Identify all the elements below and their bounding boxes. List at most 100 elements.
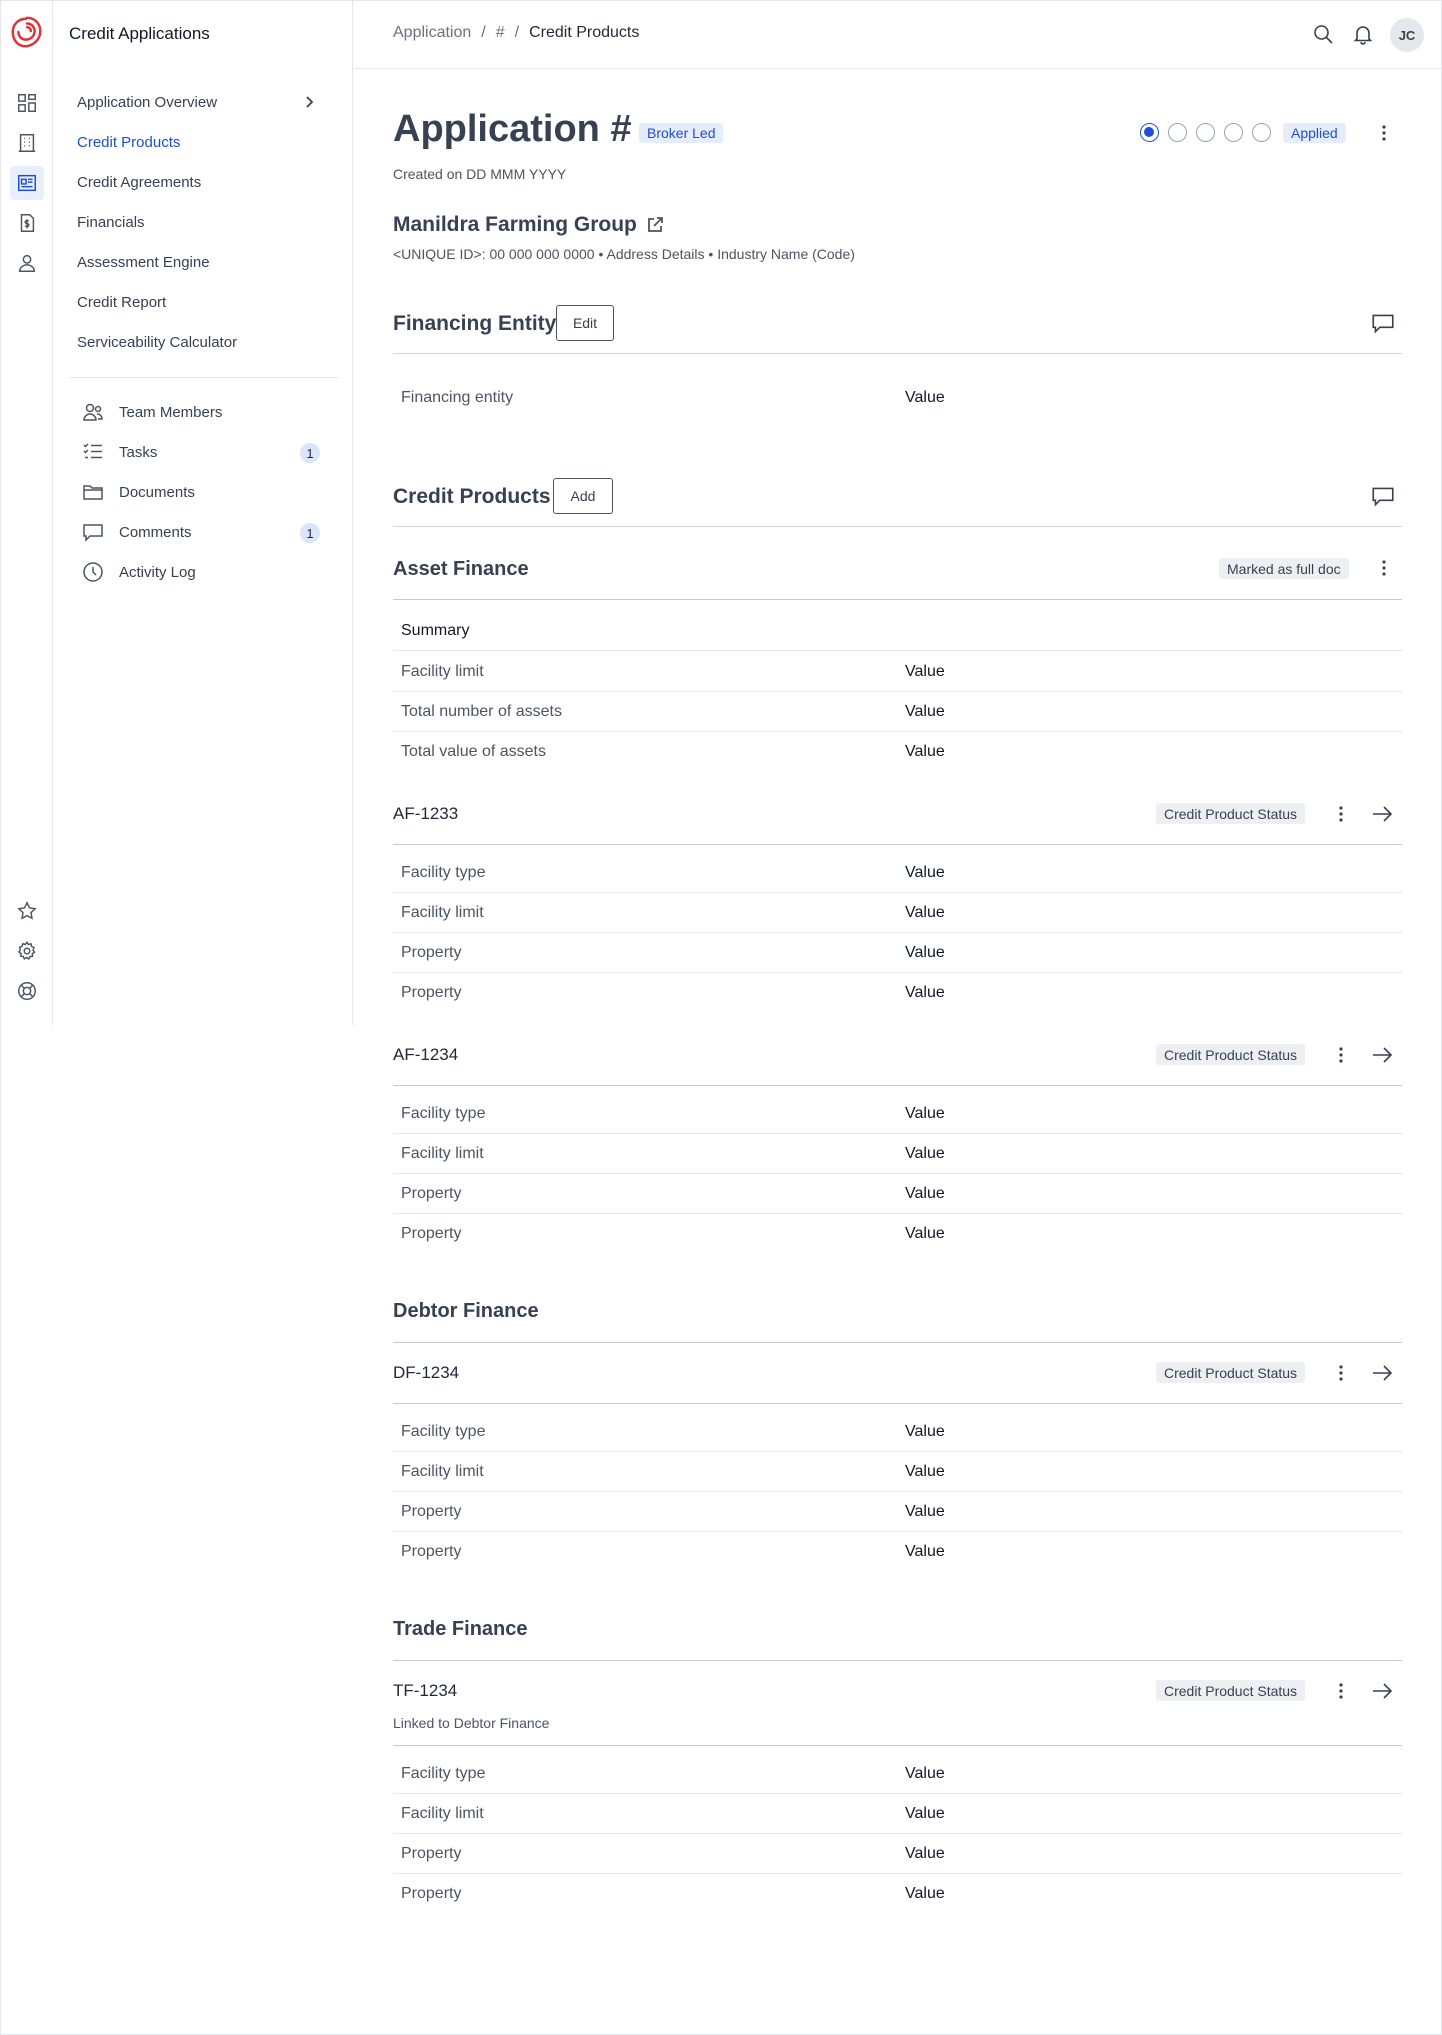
icon-rail xyxy=(0,0,53,1025)
star-icon[interactable] xyxy=(10,894,44,928)
applications-icon[interactable] xyxy=(10,166,44,200)
nav-documents[interactable]: Documents xyxy=(81,476,343,508)
step-radio-3[interactable] xyxy=(1196,123,1215,142)
row-value: Value xyxy=(905,864,945,881)
nav-label: Credit Products xyxy=(77,133,181,151)
arrow-right-icon[interactable] xyxy=(1370,1361,1394,1385)
section-divider xyxy=(393,1745,1402,1746)
nav-comments[interactable]: Comments 1 xyxy=(81,516,343,548)
row-label: Property xyxy=(401,1185,462,1202)
row-value: Value xyxy=(905,1845,945,1862)
row-label: Property xyxy=(401,1225,462,1242)
product-more-icon[interactable] xyxy=(1331,804,1351,824)
asset-finance-more-icon[interactable] xyxy=(1374,558,1394,578)
section-divider xyxy=(393,844,1402,845)
row-label: Facility type xyxy=(401,864,486,881)
sidebar: Credit Applications Application Overview… xyxy=(53,0,353,1025)
user-icon[interactable] xyxy=(10,246,44,280)
table-row: Property Value xyxy=(393,1532,1402,1572)
section-divider xyxy=(393,1342,1402,1343)
row-label: Property xyxy=(401,1543,462,1560)
nav-label: Assessment Engine xyxy=(77,253,210,271)
credit-products-title: Credit Products xyxy=(393,485,551,508)
row-value: Value xyxy=(905,984,945,1001)
edit-button[interactable]: Edit xyxy=(556,305,614,341)
row-value: Value xyxy=(905,1225,945,1242)
arrow-right-icon[interactable] xyxy=(1370,802,1394,826)
comment-icon[interactable] xyxy=(1370,310,1396,336)
product-more-icon[interactable] xyxy=(1331,1045,1351,1065)
row-value: Value xyxy=(905,1765,945,1782)
nav-activity-log[interactable]: Activity Log xyxy=(81,556,343,588)
table-row: Property Value xyxy=(393,1214,1402,1254)
help-icon[interactable] xyxy=(10,974,44,1008)
row-value: Value xyxy=(905,1503,945,1520)
nav-credit-report[interactable]: Credit Report xyxy=(77,286,339,318)
section-divider xyxy=(393,526,1402,527)
nav-application-overview[interactable]: Application Overview xyxy=(77,86,339,118)
product-id: AF-1234 xyxy=(393,1045,459,1064)
nav-assessment-engine[interactable]: Assessment Engine xyxy=(77,246,339,278)
section-divider xyxy=(393,1403,1402,1404)
product-id: TF-1234 xyxy=(393,1681,458,1700)
table-row: Total value of assets Value xyxy=(393,732,1402,772)
comment-icon xyxy=(83,524,103,542)
nav-serviceability-calculator[interactable]: Serviceability Calculator xyxy=(77,326,339,358)
product-more-icon[interactable] xyxy=(1331,1681,1351,1701)
bell-icon[interactable] xyxy=(1351,22,1375,46)
tasks-icon xyxy=(83,443,102,459)
nav-tasks[interactable]: Tasks 1 xyxy=(81,436,343,468)
asset-finance-title: Asset Finance xyxy=(393,558,529,580)
folder-icon xyxy=(83,485,103,500)
row-value: Value xyxy=(905,663,945,680)
breadcrumb-application[interactable]: Application xyxy=(393,24,471,42)
app-title: Credit Applications xyxy=(69,24,210,43)
table-row: Property Value xyxy=(393,973,1402,1013)
search-icon[interactable] xyxy=(1311,22,1335,46)
nav-credit-products[interactable]: Credit Products xyxy=(77,126,339,158)
table-row: Property Value xyxy=(393,1874,1402,1914)
product-more-icon[interactable] xyxy=(1331,1363,1351,1383)
nav-team-members[interactable]: Team Members xyxy=(81,396,343,428)
table-row: Facility limit Value xyxy=(393,893,1402,933)
row-label: Property xyxy=(401,944,462,961)
step-radio-4[interactable] xyxy=(1224,123,1243,142)
add-button[interactable]: Add xyxy=(553,478,613,514)
page-more-icon[interactable] xyxy=(1374,123,1394,143)
company-name: Manildra Farming Group xyxy=(393,213,637,236)
step-radio-1[interactable] xyxy=(1140,123,1159,142)
arrow-right-icon[interactable] xyxy=(1370,1043,1394,1067)
gear-icon[interactable] xyxy=(10,934,44,968)
table-row: Property Value xyxy=(393,1174,1402,1214)
team-icon xyxy=(83,403,103,421)
nav-financials[interactable]: Financials xyxy=(77,206,339,238)
arrow-right-icon[interactable] xyxy=(1370,1679,1394,1703)
brand-logo[interactable] xyxy=(8,14,46,52)
step-radio-2[interactable] xyxy=(1168,123,1187,142)
financing-entity-row: Financing entity Value xyxy=(393,378,1402,418)
user-avatar[interactable]: JC xyxy=(1390,18,1424,52)
page-title: Application # xyxy=(393,108,632,150)
row-value: Value xyxy=(905,703,945,720)
financing-entity-title: Financing Entity xyxy=(393,312,557,335)
status-badge: Applied xyxy=(1283,123,1346,143)
chevron-right-icon xyxy=(306,96,314,108)
dashboard-icon[interactable] xyxy=(10,86,44,120)
table-row: Property Value xyxy=(393,933,1402,973)
tasks-count-badge: 1 xyxy=(300,443,320,463)
comment-icon[interactable] xyxy=(1370,483,1396,509)
building-icon[interactable] xyxy=(10,126,44,160)
step-radio-5[interactable] xyxy=(1252,123,1271,142)
row-value: Value xyxy=(905,1805,945,1822)
company-link[interactable]: Manildra Farming Group xyxy=(393,213,665,237)
nav-label: Team Members xyxy=(119,403,223,421)
table-row: Total number of assets Value xyxy=(393,692,1402,732)
created-date: Created on DD MMM YYYY xyxy=(393,166,567,182)
nav-label: Application Overview xyxy=(77,93,218,111)
comments-count-badge: 1 xyxy=(300,523,320,543)
breadcrumb-application-number[interactable]: # xyxy=(496,24,505,42)
nav-credit-agreements[interactable]: Credit Agreements xyxy=(77,166,339,198)
broker-led-tag: Broker Led xyxy=(639,123,724,143)
row-value: Value xyxy=(905,1423,945,1440)
billing-icon[interactable] xyxy=(10,206,44,240)
